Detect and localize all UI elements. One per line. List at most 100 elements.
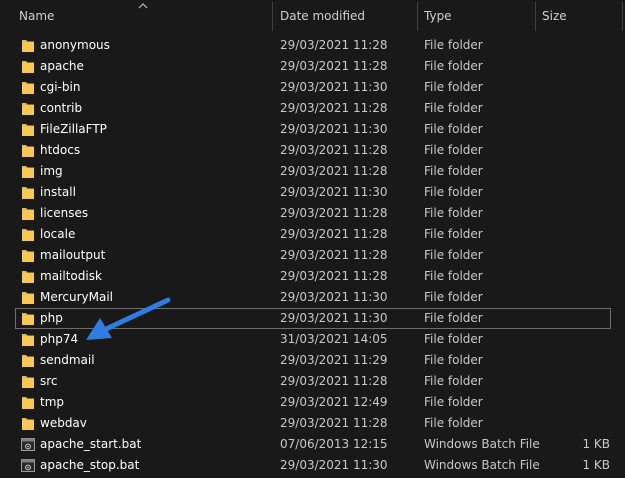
file-size: 1 KB [582,437,610,451]
file-name: licenses [40,206,89,220]
file-type: File folder [424,374,483,388]
column-divider[interactable] [272,2,273,31]
folder-icon [21,311,35,326]
file-date-modified: 29/03/2021 11:29 [280,353,388,367]
folder-icon [21,101,35,116]
column-header-size[interactable]: Size [536,0,621,33]
folder-icon [21,143,35,158]
file-name: contrib [40,101,83,115]
file-name: sendmail [40,353,95,367]
file-size [540,371,610,392]
file-list-item[interactable]: FileZillaFTP 29/03/2021 11:30 File folder [0,119,625,140]
file-size [540,77,610,98]
file-list-item[interactable]: anonymous 29/03/2021 11:28 File folder [0,35,625,56]
folder-icon [21,38,35,53]
file-date-modified: 29/03/2021 11:28 [280,227,388,241]
file-list-item[interactable]: apache_stop.bat 29/03/2021 11:30 Windows B… [0,455,625,476]
batch-file-icon [21,458,35,473]
column-header-bar: Name Date modified Type Size [0,0,625,33]
file-date-modified: 29/03/2021 11:28 [280,206,388,220]
file-size [540,161,610,182]
file-name: install [40,185,76,199]
file-list-item[interactable]: img 29/03/2021 11:28 File folder [0,161,625,182]
file-type: File folder [424,290,483,304]
folder-icon [21,353,35,368]
column-divider[interactable] [622,2,623,31]
folder-icon [21,416,35,431]
file-type: Windows Batch File [424,458,540,472]
file-name: php [40,311,63,325]
file-date-modified: 31/03/2021 14:05 [280,332,388,346]
folder-icon [21,185,35,200]
file-size [540,182,610,203]
file-size [540,203,610,224]
file-list-item[interactable]: src 29/03/2021 11:28 File folder [0,371,625,392]
batch-file-icon [21,437,35,452]
file-size [540,308,610,329]
column-header-date-modified[interactable]: Date modified [274,0,416,33]
sort-ascending-icon [138,3,148,9]
column-header-type[interactable]: Type [418,0,533,33]
file-date-modified: 29/03/2021 11:28 [280,59,388,73]
file-type: File folder [424,353,483,367]
file-date-modified: 29/03/2021 11:28 [280,248,388,262]
file-list-item[interactable]: locale 29/03/2021 11:28 File folder [0,224,625,245]
file-list-item[interactable]: tmp 29/03/2021 12:49 File folder [0,392,625,413]
file-size: 1 KB [582,458,610,472]
file-type: File folder [424,227,483,241]
file-date-modified: 29/03/2021 11:30 [280,290,388,304]
file-date-modified: 29/03/2021 11:30 [280,80,388,94]
file-list-item[interactable]: contrib 29/03/2021 11:28 File folder [0,98,625,119]
file-type: File folder [424,269,483,283]
file-type: File folder [424,416,483,430]
file-date-modified: 29/03/2021 11:28 [280,269,388,283]
file-list-item[interactable]: webdav 29/03/2021 11:28 File folder [0,413,625,434]
file-size [540,413,610,434]
file-list-item[interactable]: mailtodisk 29/03/2021 11:28 File folder [0,266,625,287]
file-name: anonymous [40,38,110,52]
file-size [540,224,610,245]
file-list-item[interactable]: sendmail 29/03/2021 11:29 File folder [0,350,625,371]
file-name: apache_stop.bat [40,458,140,472]
folder-icon [21,374,35,389]
file-size [540,350,610,371]
file-date-modified: 07/06/2013 12:15 [280,437,388,451]
file-date-modified: 29/03/2021 11:30 [280,458,388,472]
file-type: Windows Batch File [424,437,540,451]
file-date-modified: 29/03/2021 11:28 [280,38,388,52]
folder-icon [21,164,35,179]
file-list-item[interactable]: htdocs 29/03/2021 11:28 File folder [0,140,625,161]
file-type: File folder [424,248,483,262]
file-size [540,35,610,56]
folder-icon [21,80,35,95]
file-size [540,98,610,119]
file-type: File folder [424,164,483,178]
file-type: File folder [424,101,483,115]
file-date-modified: 29/03/2021 12:49 [280,395,388,409]
file-name: tmp [40,395,65,409]
file-list-item[interactable]: licenses 29/03/2021 11:28 File folder [0,203,625,224]
file-list-item[interactable]: mailoutput 29/03/2021 11:28 File folder [0,245,625,266]
file-list-item[interactable]: cgi-bin 29/03/2021 11:30 File folder [0,77,625,98]
file-list-item[interactable]: install 29/03/2021 11:30 File folder [0,182,625,203]
file-size [540,329,610,350]
annotation-arrow-icon [86,297,171,340]
file-date-modified: 29/03/2021 11:28 [280,101,388,115]
file-name: mailtodisk [40,269,102,283]
file-date-modified: 29/03/2021 11:30 [280,185,388,199]
file-type: File folder [424,332,483,346]
file-list: anonymous 29/03/2021 11:28 File folder apac… [0,35,625,476]
file-list-item[interactable]: apache 29/03/2021 11:28 File folder [0,56,625,77]
file-size [540,56,610,77]
file-list-item[interactable]: apache_start.bat 07/06/2013 12:15 Windows … [0,434,625,455]
file-name: src [40,374,58,388]
file-size [540,245,610,266]
folder-icon [21,248,35,263]
file-name: htdocs [40,143,81,157]
file-name: apache [40,59,84,73]
file-name: cgi-bin [40,80,81,94]
file-date-modified: 29/03/2021 11:28 [280,374,388,388]
file-size [540,287,610,308]
file-name: locale [40,227,76,241]
file-name: webdav [40,416,87,430]
